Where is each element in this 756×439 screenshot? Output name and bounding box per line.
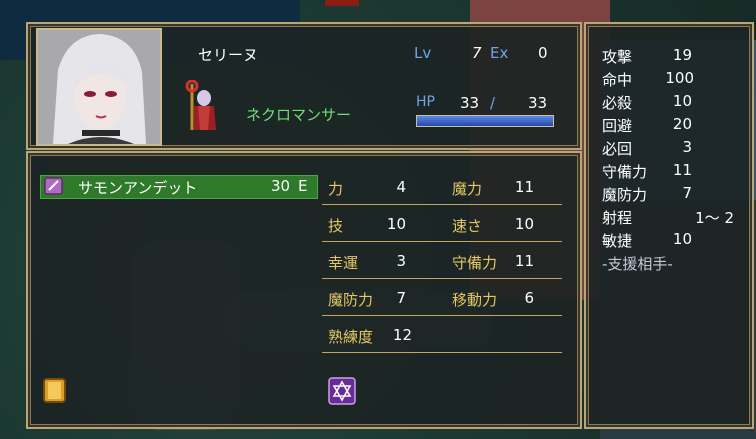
combat-value: 10	[672, 92, 692, 110]
stat-value-str: 4	[396, 178, 406, 196]
map-marker	[325, 0, 359, 6]
stat-label-def: 守備力	[452, 254, 498, 272]
hp-bar	[416, 115, 554, 127]
unit-detail-panel: サモンアンデット 30 E 力 4 魔力 11 技 10 速さ 10 幸運 3 …	[26, 151, 582, 429]
stat-value-mov: 6	[524, 289, 534, 307]
stat-value-skl: 10	[386, 215, 406, 233]
unit-header-panel: セリーヌ Lv 7 Ex 0 ネクロマンサー HP 33 / 33	[26, 22, 582, 150]
stat-value-def: 11	[514, 252, 534, 270]
hp-label: HP	[416, 94, 435, 110]
combat-label: 守備力	[602, 163, 648, 181]
stat-value-mag: 11	[514, 178, 534, 196]
hp-max: 33	[528, 94, 548, 112]
combat-label: 攻撃	[602, 48, 633, 66]
row-divider	[322, 315, 562, 316]
combat-label: 必回	[602, 140, 633, 158]
stat-label-skl: 技	[328, 217, 344, 235]
row-divider	[322, 204, 562, 205]
item-name: サモンアンデット	[78, 179, 198, 197]
row-divider	[322, 241, 562, 242]
combat-value: 10	[672, 230, 692, 248]
support-header: -支援相手-	[602, 255, 673, 273]
exp-label: Ex	[490, 44, 509, 62]
combat-value: 7	[682, 184, 692, 202]
combat-stats-panel: 攻撃 19 命中 100 必殺 10 回避 20 必回 3 守備力 11 魔防力…	[584, 22, 754, 429]
hp-separator: /	[490, 94, 496, 112]
stat-label-lck: 幸運	[328, 254, 359, 272]
stat-label-mov: 移動力	[452, 291, 498, 309]
stat-label-spd: 速さ	[452, 217, 483, 235]
stat-value-mastery: 12	[392, 326, 412, 344]
unit-portrait	[36, 28, 162, 146]
item-rank: E	[298, 177, 308, 195]
combat-label: 命中	[602, 71, 633, 89]
exp-value: 0	[538, 44, 548, 62]
stat-label-str: 力	[328, 180, 344, 198]
row-divider	[322, 278, 562, 279]
hexagram-icon[interactable]	[328, 377, 356, 405]
combat-value: 1〜 2	[695, 209, 734, 227]
stat-label-res: 魔防力	[328, 291, 374, 309]
stat-value-spd: 10	[514, 215, 534, 233]
row-divider	[322, 352, 562, 353]
level-label: Lv	[414, 44, 432, 62]
hp-bar-fill	[417, 116, 553, 126]
stat-value-res: 7	[396, 289, 406, 307]
combat-label: 回避	[602, 117, 633, 135]
combat-value: 19	[672, 46, 692, 64]
item-uses: 30	[271, 177, 291, 195]
unit-class: ネクロマンサー	[246, 106, 352, 124]
stat-value-lck: 3	[396, 252, 406, 270]
combat-label: 射程	[602, 209, 633, 227]
combat-value: 11	[672, 161, 692, 179]
tome-icon	[44, 177, 64, 195]
unit-name: セリーヌ	[198, 46, 259, 64]
necromancer-sprite-icon	[184, 79, 218, 132]
stat-label-mastery: 熟練度	[328, 328, 374, 346]
level-value: 7	[472, 44, 482, 62]
combat-label: 必殺	[602, 94, 633, 112]
hp-current: 33	[460, 94, 480, 112]
combat-label: 敏捷	[602, 232, 633, 250]
book-icon[interactable]	[42, 377, 68, 405]
combat-label: 魔防力	[602, 186, 648, 204]
combat-value: 3	[682, 138, 692, 156]
combat-value: 20	[672, 115, 692, 133]
stat-label-mag: 魔力	[452, 180, 483, 198]
combat-value: 100	[665, 69, 694, 87]
